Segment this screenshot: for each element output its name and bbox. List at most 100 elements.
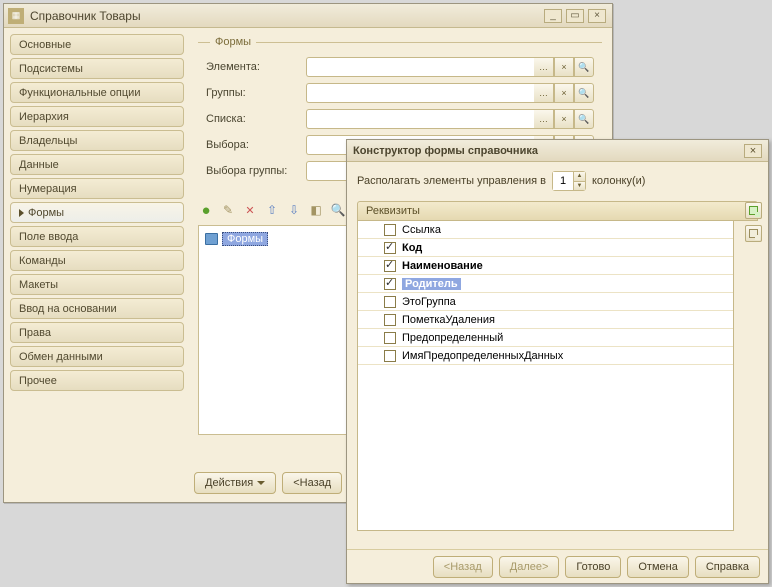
form-row-label: Группы: — [206, 87, 306, 99]
requisites-list[interactable]: Ссылка Код Наименование Родитель ЭтоГруппа По… — [357, 221, 734, 531]
dialog-titlebar: Конструктор формы справочника × — [347, 140, 768, 162]
form-row-label: Списка: — [206, 113, 306, 125]
clear-button[interactable]: × — [554, 57, 574, 77]
check-all-button[interactable] — [745, 202, 762, 219]
requisite-label: Наименование — [402, 260, 483, 272]
sidebar-item[interactable]: Макеты — [10, 274, 184, 295]
sidebar-item[interactable]: Ввод на основании — [10, 298, 184, 319]
requisite-row[interactable]: ЭтоГруппа — [358, 293, 733, 311]
form-input[interactable] — [306, 83, 534, 103]
edit-icon[interactable]: ✎ — [220, 202, 236, 218]
sidebar-item[interactable]: Иерархия — [10, 106, 184, 127]
dlg-cancel-button[interactable]: Отмена — [627, 556, 688, 578]
columns-spinner[interactable]: ▲ ▼ — [552, 171, 586, 191]
columns-prefix: Располагать элементы управления в — [357, 175, 546, 187]
groupbox-legend: Формы — [210, 36, 256, 48]
sidebar-item[interactable]: Поле ввода — [10, 226, 184, 247]
requisite-checkbox[interactable] — [384, 242, 396, 254]
requisite-row[interactable]: Наименование — [358, 257, 733, 275]
requisite-checkbox[interactable] — [384, 260, 396, 272]
dlg-next-button[interactable]: Далее> — [499, 556, 560, 578]
sidebar-item[interactable]: Данные — [10, 154, 184, 175]
form-row-label: Элемента: — [206, 61, 306, 73]
dialog-close-button[interactable]: × — [744, 144, 762, 158]
wizard-icon[interactable]: ◧ — [308, 202, 324, 218]
sidebar-item-label: Подсистемы — [19, 63, 83, 75]
window-title: Справочник Товары — [30, 9, 544, 23]
ellipsis-button[interactable]: … — [534, 83, 554, 103]
lookup-button[interactable]: 🔍 — [574, 57, 594, 77]
requisites-header: Реквизиты — [357, 201, 758, 221]
sidebar-item[interactable]: Основные — [10, 34, 184, 55]
ellipsis-button[interactable]: … — [534, 57, 554, 77]
clear-button[interactable]: × — [554, 109, 574, 129]
search-icon[interactable]: 🔍 — [330, 202, 346, 218]
sidebar-item[interactable]: Формы — [10, 202, 184, 223]
spin-down-icon[interactable]: ▼ — [574, 182, 585, 191]
requisite-label: Ссылка — [402, 224, 441, 236]
sidebar-item[interactable]: Прочее — [10, 370, 184, 391]
dlg-help-button[interactable]: Справка — [695, 556, 760, 578]
requisite-row[interactable]: Предопределенный — [358, 329, 733, 347]
lookup-button[interactable]: 🔍 — [574, 109, 594, 129]
requisite-label: Предопределенный — [402, 332, 503, 344]
requisite-checkbox[interactable] — [384, 278, 396, 290]
uncheck-all-button[interactable] — [745, 225, 762, 242]
requisite-row[interactable]: Родитель — [358, 275, 733, 293]
move-down-icon[interactable]: ⇩ — [286, 202, 302, 218]
requisite-checkbox[interactable] — [384, 296, 396, 308]
sidebar-item[interactable]: Нумерация — [10, 178, 184, 199]
requisite-label: Код — [402, 242, 422, 254]
requisite-checkbox[interactable] — [384, 332, 396, 344]
form-row-label: Выбора: — [206, 139, 306, 151]
sidebar-item-label: Иерархия — [19, 111, 69, 123]
form-row-label: Выбора группы: — [206, 165, 306, 177]
dialog-title: Конструктор формы справочника — [353, 145, 744, 157]
dlg-back-button[interactable]: <Назад — [433, 556, 493, 578]
form-input[interactable] — [306, 109, 534, 129]
sidebar-item-label: Основные — [19, 39, 71, 51]
close-button[interactable]: × — [588, 9, 606, 23]
requisite-row[interactable]: ИмяПредопределенныхДанных — [358, 347, 733, 365]
form-input[interactable] — [306, 57, 534, 77]
sidebar-item[interactable]: Команды — [10, 250, 184, 271]
form-row: Группы: …×🔍 — [206, 81, 594, 105]
main-titlebar: ▦ Справочник Товары _ ▭ × — [4, 4, 612, 28]
requisite-row[interactable]: Ссылка — [358, 221, 733, 239]
requisite-row[interactable]: Код — [358, 239, 733, 257]
constructor-dialog: Конструктор формы справочника × Располаг… — [346, 139, 769, 584]
add-icon[interactable]: ● — [198, 202, 214, 218]
sidebar-item[interactable]: Обмен данными — [10, 346, 184, 367]
requisite-label: ЭтоГруппа — [402, 296, 456, 308]
form-icon — [205, 233, 218, 245]
sidebar-item-label: Обмен данными — [19, 351, 103, 363]
app-icon: ▦ — [8, 8, 24, 24]
tree-root-label: Формы — [222, 232, 268, 246]
sidebar-item[interactable]: Права — [10, 322, 184, 343]
restore-button[interactable]: ▭ — [566, 9, 584, 23]
requisite-row[interactable]: ПометкаУдаления — [358, 311, 733, 329]
actions-button[interactable]: Действия — [194, 472, 276, 494]
spin-up-icon[interactable]: ▲ — [574, 172, 585, 182]
clear-button[interactable]: × — [554, 83, 574, 103]
columns-input[interactable] — [553, 172, 573, 190]
minimize-button[interactable]: _ — [544, 9, 562, 23]
requisite-label: ИмяПредопределенныхДанных — [402, 350, 563, 362]
lookup-button[interactable]: 🔍 — [574, 83, 594, 103]
requisite-checkbox[interactable] — [384, 314, 396, 326]
requisite-checkbox[interactable] — [384, 224, 396, 236]
sidebar-item-label: Нумерация — [19, 183, 77, 195]
move-up-icon[interactable]: ⇧ — [264, 202, 280, 218]
requisite-checkbox[interactable] — [384, 350, 396, 362]
sidebar-item-label: Функциональные опции — [19, 87, 140, 99]
ellipsis-button[interactable]: … — [534, 109, 554, 129]
sidebar-item-label: Поле ввода — [19, 231, 78, 243]
columns-row: Располагать элементы управления в ▲ ▼ ко… — [357, 171, 758, 191]
back-button[interactable]: <Назад — [282, 472, 342, 494]
dlg-ok-button[interactable]: Готово — [565, 556, 621, 578]
sidebar-item[interactable]: Функциональные опции — [10, 82, 184, 103]
sidebar-item[interactable]: Подсистемы — [10, 58, 184, 79]
delete-icon[interactable]: ✕ — [242, 202, 258, 218]
sidebar-item[interactable]: Владельцы — [10, 130, 184, 151]
dialog-footer: <Назад Далее> Готово Отмена Справка — [347, 549, 768, 583]
